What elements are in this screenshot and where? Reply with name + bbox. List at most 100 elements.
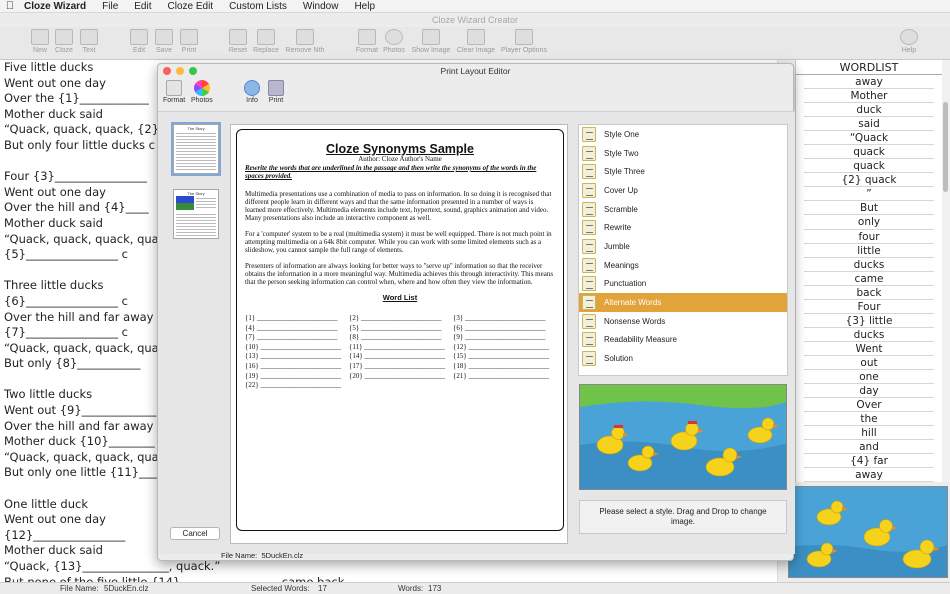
style-item-scramble[interactable]: Scramble [579, 200, 787, 219]
style-item-punctuation[interactable]: Punctuation [579, 275, 787, 294]
printer-icon [296, 29, 314, 45]
wordlist-item[interactable]: ducks [804, 258, 934, 272]
wordlist-item[interactable]: hill [804, 426, 934, 441]
wordlist-item[interactable]: little [804, 244, 934, 258]
wordlist-item[interactable]: {4} far [804, 454, 934, 469]
style-item-readability-measure[interactable]: Readability Measure [579, 331, 787, 350]
page-thumbnails: The Story The Story [167, 122, 221, 254]
cancel-button[interactable]: Cancel [170, 527, 220, 540]
format-button[interactable]: Format [352, 29, 382, 54]
player-options-button[interactable]: Player Options [499, 29, 549, 54]
help-button[interactable]: Help [894, 29, 924, 54]
preview-blank: {3} _______________________ [453, 314, 546, 322]
remove-nth-button[interactable]: Remove Nth [285, 29, 325, 54]
zoom-window-button[interactable] [189, 67, 197, 75]
style-item-cover-up[interactable]: Cover Up [579, 181, 787, 200]
print-button[interactable]: Print [174, 29, 204, 54]
status-file-name: 5DuckEn.clz [104, 584, 149, 593]
wordlist-item[interactable]: Four [804, 300, 934, 314]
photos-icon [385, 29, 403, 45]
close-window-button[interactable] [163, 67, 171, 75]
document-line[interactable]: But none of the five little {14}________… [0, 575, 777, 582]
app-menu[interactable]: Cloze Wizard [20, 1, 94, 12]
wordlist-item[interactable]: and [804, 440, 934, 455]
apple-icon[interactable]:  [0, 0, 20, 12]
wordlist-item[interactable]: “Quack [804, 131, 934, 146]
wordlist-item[interactable]: {3} little [804, 314, 934, 328]
menu-cloze-edit[interactable]: Cloze Edit [160, 1, 222, 12]
style-ducks-image[interactable] [579, 384, 787, 490]
preview-blank: {11} _______________________ [349, 342, 445, 351]
show-image-button[interactable]: Show Image [411, 29, 451, 54]
style-item-solution[interactable]: Solution [579, 349, 787, 368]
clear-image-button[interactable]: Clear Image [456, 29, 496, 54]
wordlist-scrollbar[interactable] [942, 60, 950, 482]
wordlist-item[interactable]: only [804, 215, 934, 230]
ducks-illustration [789, 487, 947, 577]
menu-window[interactable]: Window [295, 1, 347, 12]
preview-paragraph-2: For a 'computer' system to be a real (mu… [245, 230, 552, 254]
style-item-rewrite[interactable]: Rewrite [579, 218, 787, 237]
style-item-style-one[interactable]: Style One [579, 125, 787, 144]
menu-edit[interactable]: Edit [126, 1, 159, 12]
dialog-format-button[interactable]: Format [163, 80, 185, 104]
scroll-thumb[interactable] [943, 102, 948, 192]
wordlist-item[interactable]: day [804, 384, 934, 399]
wordlist-item[interactable]: said [804, 117, 934, 132]
folder-icon [55, 29, 73, 45]
text-button[interactable]: Text [74, 29, 104, 54]
style-icon [582, 332, 596, 348]
dialog-print-button[interactable]: Print [268, 80, 284, 104]
help-icon [900, 29, 918, 45]
wordlist-item[interactable]: Went [804, 342, 934, 356]
wordlist-item[interactable]: Mother [804, 89, 934, 104]
preview-blank: {17} _______________________ [349, 361, 445, 370]
wordlist-item[interactable]: Over [804, 398, 934, 413]
image-icon [422, 29, 440, 45]
wordlist-item[interactable]: ” [804, 187, 934, 202]
wordlist-item[interactable]: back [804, 286, 934, 300]
wordlist-item[interactable]: out [804, 356, 934, 370]
style-item-style-three[interactable]: Style Three [579, 162, 787, 181]
wordlist-item[interactable]: duck [804, 103, 934, 118]
wordlist-item[interactable]: away [804, 75, 934, 90]
wordlist-item[interactable]: one [804, 370, 934, 385]
style-item-alternate-words[interactable]: Alternate Words [579, 293, 787, 312]
menu-custom-lists[interactable]: Custom Lists [221, 1, 295, 12]
dialog-photos-button[interactable]: Photos [191, 80, 213, 104]
dialog-title: Print Layout Editor [440, 66, 511, 76]
style-hint: Please select a style. Drag and Drop to … [579, 500, 787, 534]
status-words-count: 173 [428, 584, 442, 593]
main-toolbar: New Cloze Text Edit Save Print Reset Rep… [0, 27, 950, 60]
page-thumbnail-2[interactable]: The Story [173, 189, 219, 239]
photos-button[interactable]: Photos [379, 29, 409, 54]
preview-paragraph-1: Multimedia presentations use a combinati… [245, 190, 552, 222]
wordlist-item[interactable]: {2} quack [804, 173, 934, 188]
dialog-info-button[interactable]: Info [244, 80, 260, 104]
menu-file[interactable]: File [94, 1, 126, 12]
document-line[interactable]: “Quack, {13}_______________, quack.” [0, 559, 777, 575]
wordlist-item[interactable]: But [804, 201, 934, 216]
minimize-window-button[interactable] [176, 67, 184, 75]
wordlist-item[interactable]: away [804, 468, 934, 482]
wordlist-item[interactable]: ducks [804, 328, 934, 342]
ducks-pond-illustration [580, 385, 786, 489]
preview-blank: {16} _______________________ [245, 361, 341, 370]
style-item-nonsense-words[interactable]: Nonsense Words [579, 312, 787, 331]
preview-blank: {21} _______________________ [453, 371, 549, 380]
menu-help[interactable]: Help [346, 1, 383, 12]
reset-button[interactable]: Reset [223, 29, 253, 54]
replace-button[interactable]: Replace [251, 29, 281, 54]
wordlist-item[interactable]: four [804, 230, 934, 244]
style-item-jumble[interactable]: Jumble [579, 237, 787, 256]
wordlist-item[interactable]: quack [804, 159, 934, 174]
style-icon [582, 201, 596, 217]
side-ducks-image [788, 486, 948, 578]
style-item-style-two[interactable]: Style Two [579, 144, 787, 163]
preview-blank: {12} _______________________ [453, 342, 549, 351]
style-item-meanings[interactable]: Meanings [579, 256, 787, 275]
wordlist-item[interactable]: quack [804, 145, 934, 160]
page-thumbnail-1[interactable]: The Story [171, 122, 221, 176]
wordlist-item[interactable]: the [804, 412, 934, 427]
wordlist-item[interactable]: came [804, 272, 934, 286]
